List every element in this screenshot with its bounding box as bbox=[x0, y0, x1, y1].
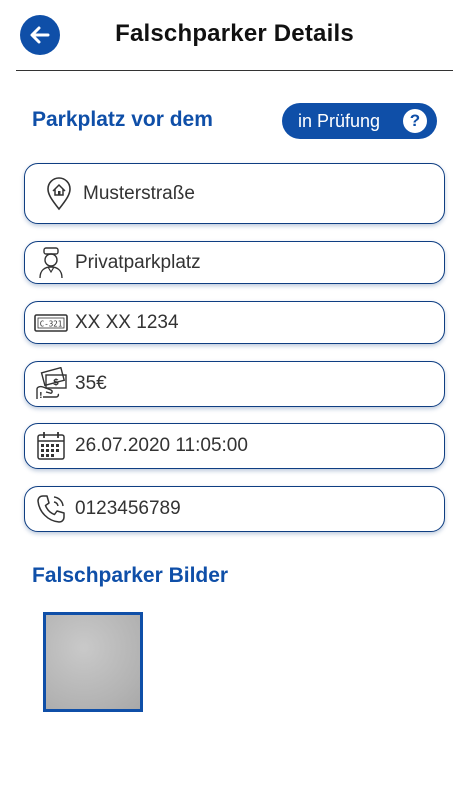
svg-text:!: ! bbox=[39, 391, 43, 400]
help-icon[interactable]: ? bbox=[403, 109, 427, 133]
license-plate-value: XX XX 1234 bbox=[75, 311, 179, 333]
status-label: in Prüfung bbox=[298, 110, 381, 131]
calendar-icon bbox=[31, 426, 71, 466]
parking-section-title: Parkplatz vor dem bbox=[32, 108, 213, 131]
parking-attendant-icon bbox=[31, 243, 71, 283]
status-badge[interactable]: in Prüfung ? bbox=[282, 103, 437, 139]
money-icon: $ ! bbox=[31, 364, 71, 404]
house-pin-icon bbox=[39, 174, 79, 214]
phone-icon bbox=[31, 489, 71, 529]
images-section-title: Falschparker Bilder bbox=[32, 564, 229, 587]
license-plate-field: C-321 XX XX 1234 bbox=[24, 301, 445, 344]
page-title: Falschparker Details bbox=[115, 20, 354, 47]
address-field: Musterstraße bbox=[24, 163, 445, 224]
fine-field: $ ! 35€ bbox=[24, 361, 445, 407]
phone-value: 0123456789 bbox=[75, 498, 181, 519]
svg-text:$: $ bbox=[53, 378, 59, 388]
parking-type-field: Privatparkplatz bbox=[24, 241, 445, 284]
date-value: 26.07.2020 11:05:00 bbox=[75, 435, 248, 456]
svg-text:C-321: C-321 bbox=[40, 319, 63, 328]
license-plate-icon: C-321 bbox=[31, 303, 71, 343]
violation-photo-thumbnail[interactable] bbox=[43, 612, 143, 712]
fine-value: 35€ bbox=[75, 373, 107, 394]
address-value: Musterstraße bbox=[83, 182, 195, 204]
header-divider bbox=[16, 70, 453, 71]
phone-field: 0123456789 bbox=[24, 486, 445, 532]
header: Falschparker Details bbox=[0, 0, 469, 72]
parking-type-value: Privatparkplatz bbox=[75, 251, 201, 273]
date-field: 26.07.2020 11:05:00 bbox=[24, 423, 445, 469]
